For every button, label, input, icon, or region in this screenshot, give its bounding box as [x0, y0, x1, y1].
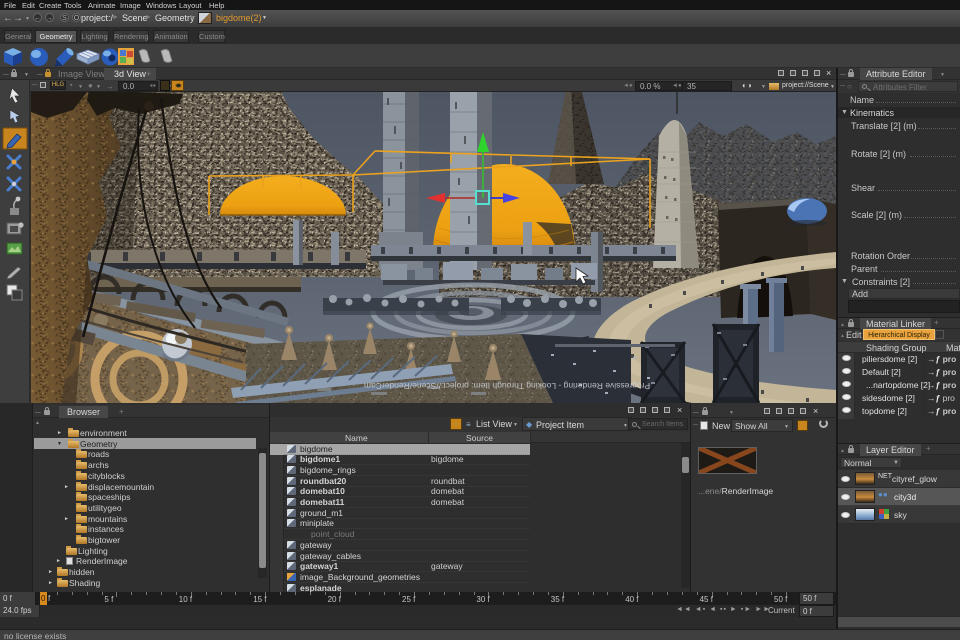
svg-text:Progressive Rendering - Lookin: Progressive Rendering - Looking Through … [364, 381, 650, 391]
